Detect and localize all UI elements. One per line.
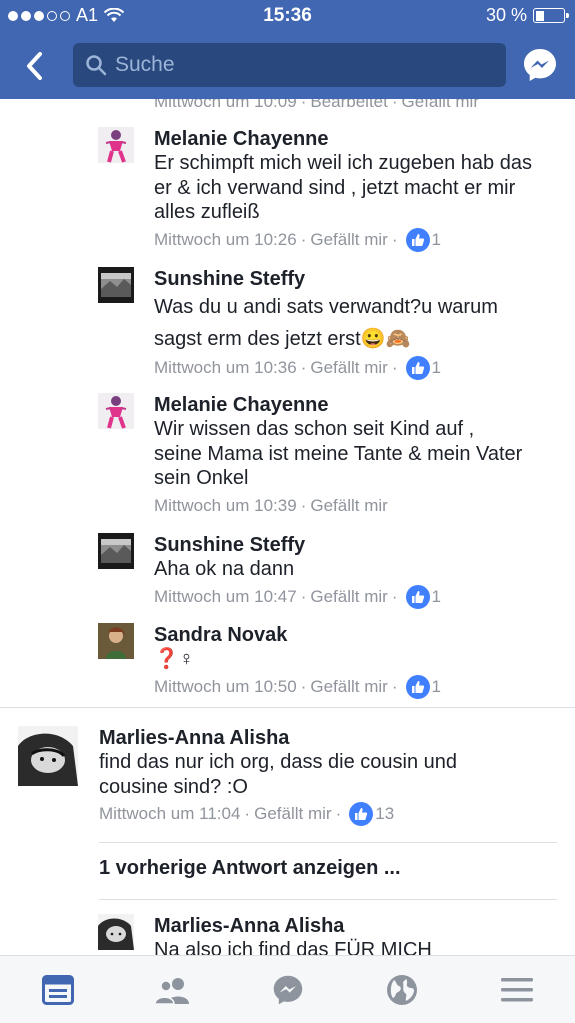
like-count: 13 <box>375 804 395 823</box>
avatar[interactable] <box>98 623 134 659</box>
status-bar: A1 15:36 30 % <box>0 0 575 32</box>
commenter-name[interactable]: Melanie Chayenne <box>154 127 554 151</box>
like-link[interactable]: Gefällt mir <box>310 674 387 700</box>
show-previous-replies-link[interactable]: 1 vorherige Antwort anzeigen ... <box>99 857 401 880</box>
friends-icon <box>154 978 189 1005</box>
commenter-name[interactable]: Marlies-Anna Alisha <box>99 726 539 750</box>
globe-icon <box>387 975 417 1005</box>
comment-meta: Mittwoch um 10:26 · Gefällt mir · 1 <box>154 227 554 253</box>
like-link[interactable]: Gefällt mir <box>310 227 387 253</box>
like-count: 1 <box>431 586 441 606</box>
comment-time: Mittwoch um 10:09 <box>154 99 297 111</box>
comment-text: find das nur ich org, dass die cousin un… <box>99 751 457 798</box>
tab-messenger[interactable] <box>268 972 308 1008</box>
comment-text: Er schimpft mich weil ich zugeben hab da… <box>154 152 532 223</box>
messenger-icon <box>273 975 303 1005</box>
news-feed-icon <box>42 975 74 1005</box>
comment-meta: Mittwoch um 10:50 · Gefällt mir · 1 <box>154 674 554 700</box>
thumbs-up-icon[interactable] <box>405 674 430 699</box>
comment-time: Mittwoch um 10:39 <box>154 495 297 515</box>
top-header: A1 15:36 30 % Suche <box>0 0 575 99</box>
like-link[interactable]: Gefällt mir <box>402 99 479 115</box>
comment-thread: Mittwoch um 10:09 · Bearbeitet · Gefällt… <box>0 99 575 955</box>
commenter-name[interactable]: Marlies-Anna Alisha <box>154 914 554 938</box>
divider <box>99 899 557 900</box>
bottom-tab-bar <box>0 955 575 1023</box>
top-comment-meta: Mittwoch um 10:09 · Bearbeitet · Gefällt… <box>154 99 479 115</box>
messenger-button[interactable] <box>522 47 558 83</box>
comment-time: Mittwoch um 10:47 <box>154 586 297 606</box>
comment-text: Aha ok na dann <box>154 558 295 580</box>
comment-text: Wir wissen das schon seit Kind auf , sei… <box>154 418 523 489</box>
tab-menu[interactable] <box>497 972 537 1008</box>
divider <box>99 842 557 843</box>
like-link[interactable]: Gefällt mir <box>310 584 387 610</box>
like-link[interactable]: Gefällt mir <box>310 355 387 381</box>
menu-icon <box>501 978 533 1002</box>
comment-time: Mittwoch um 10:36 <box>154 358 297 377</box>
like-count: 1 <box>431 676 441 696</box>
messenger-icon <box>524 49 556 81</box>
battery-icon <box>533 8 569 23</box>
commenter-name[interactable]: Melanie Chayenne <box>154 393 554 417</box>
comment-text: Was du u andi sats verwandt?u warum sags… <box>154 296 498 350</box>
like-count: 1 <box>431 358 441 377</box>
chevron-left-icon <box>27 52 42 80</box>
comment-time: Mittwoch um 10:26 <box>154 229 297 249</box>
back-button[interactable] <box>14 48 54 84</box>
comment-meta: Mittwoch um 10:36 · Gefällt mir · 1 <box>154 355 554 381</box>
like-count: 1 <box>431 229 441 249</box>
comment-text: Na also ich find das FÜR MICH <box>154 939 432 955</box>
battery-status: 30 % <box>485 5 569 26</box>
thumbs-up-icon[interactable] <box>405 227 430 252</box>
battery-percent: 30 % <box>485 5 527 25</box>
comment-meta: Mittwoch um 10:47 · Gefällt mir · 1 <box>154 584 554 610</box>
tab-news-feed[interactable] <box>38 972 78 1008</box>
search-input[interactable]: Suche <box>73 43 506 87</box>
edited-label: Bearbeitet <box>310 99 388 111</box>
avatar[interactable] <box>98 533 134 569</box>
comment-time: Mittwoch um 11:04 <box>99 804 241 823</box>
comment-text: ❓♀ <box>154 648 194 670</box>
search-icon <box>86 55 107 76</box>
avatar[interactable] <box>18 726 78 786</box>
comment-time: Mittwoch um 10:50 <box>154 676 297 696</box>
comment-meta: Mittwoch um 10:39 · Gefällt mir <box>154 493 554 519</box>
nav-row: Suche <box>0 40 575 90</box>
commenter-name[interactable]: Sunshine Steffy <box>154 533 554 557</box>
thumbs-up-icon[interactable] <box>405 584 430 609</box>
search-placeholder: Suche <box>115 53 175 76</box>
thumbs-up-icon[interactable] <box>405 356 430 380</box>
tab-friends[interactable] <box>152 972 192 1008</box>
thumbs-up-icon[interactable] <box>349 802 374 826</box>
commenter-name[interactable]: Sunshine Steffy <box>154 267 554 291</box>
tab-notifications[interactable] <box>382 972 422 1008</box>
comment-meta: Mittwoch um 11:04 · Gefällt mir · 13 <box>99 801 539 827</box>
commenter-name[interactable]: Sandra Novak <box>154 623 554 647</box>
like-link[interactable]: Gefällt mir <box>254 801 331 827</box>
avatar[interactable] <box>98 267 134 303</box>
divider <box>0 707 575 708</box>
avatar[interactable] <box>98 914 134 950</box>
like-link[interactable]: Gefällt mir <box>310 493 387 519</box>
avatar[interactable] <box>98 393 134 429</box>
avatar[interactable] <box>98 127 134 163</box>
